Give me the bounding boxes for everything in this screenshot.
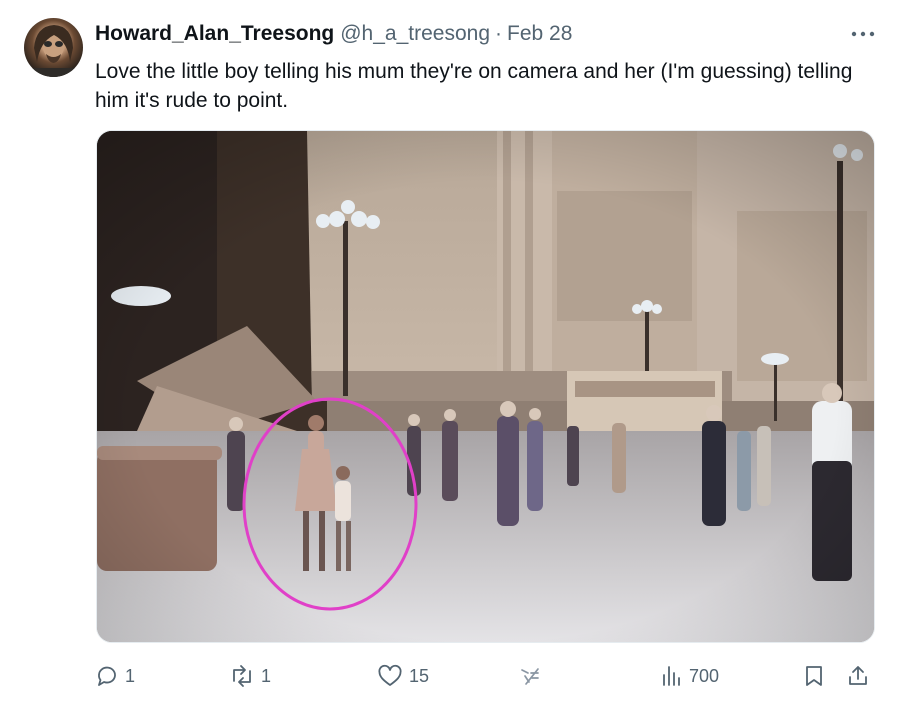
reply-icon — [98, 666, 116, 686]
grok-icon — [521, 668, 539, 685]
retweet-icon — [233, 665, 251, 687]
author-handle[interactable]: @h_a_treesong — [340, 20, 490, 48]
more-button[interactable] — [838, 20, 876, 48]
reply-button[interactable]: 1 — [95, 656, 135, 696]
separator: · — [495, 22, 502, 45]
share-icon — [849, 666, 867, 685]
avatar[interactable] — [24, 18, 83, 77]
media-image — [97, 131, 874, 642]
heart-icon — [378, 664, 402, 686]
bookmark-icon — [806, 666, 822, 686]
bookmark-button[interactable] — [803, 656, 825, 696]
retweet-button[interactable]: 1 — [229, 656, 271, 696]
tweet-media[interactable] — [96, 130, 875, 643]
view-count: 700 — [689, 665, 720, 686]
author-name[interactable]: Howard_Alan_Treesong — [95, 20, 334, 48]
views-button[interactable]: 700 — [661, 656, 719, 696]
like-button[interactable]: 15 — [377, 656, 429, 696]
reply-count: 1 — [125, 665, 136, 686]
tweet-text: Love the little boy telling his mum they… — [95, 60, 853, 112]
views-bar-chart-icon — [663, 666, 680, 686]
grok-button[interactable] — [519, 656, 541, 696]
tweet-header: Howard_Alan_Treesong @h_a_treesong · Feb… — [95, 20, 876, 48]
more-horizontal-icon — [851, 31, 875, 37]
like-count: 15 — [409, 665, 430, 686]
share-button[interactable] — [846, 656, 870, 696]
tweet-date[interactable]: Feb 28 — [507, 20, 572, 48]
avatar-portrait-icon — [24, 25, 83, 77]
retweet-count: 1 — [261, 665, 272, 686]
tweet-actions: 1 1 15 700 — [95, 656, 875, 696]
